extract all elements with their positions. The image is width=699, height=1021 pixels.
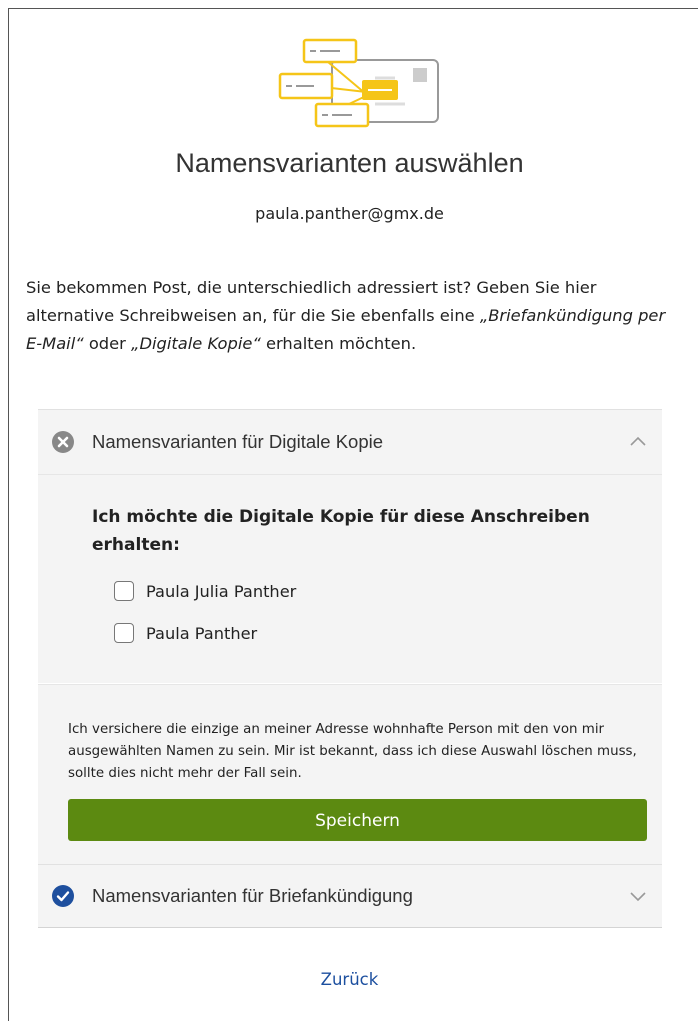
accordion-digital-copy-body: Ich möchte die Digitale Kopie für diese … (38, 475, 662, 683)
address-variants-illustration-icon (278, 38, 439, 128)
page-title: Namensvarianten auswählen (175, 148, 524, 178)
intro-text: Sie bekommen Post, die unterschiedlich a… (26, 274, 666, 358)
chevron-down-icon[interactable] (628, 886, 648, 906)
save-button[interactable]: Speichern (68, 799, 647, 841)
accordion-letter-notice-label: Namensvarianten für Briefankündigung (92, 885, 413, 906)
digital-copy-heading: Ich möchte die Digitale Kopie für diese … (92, 507, 590, 555)
x-circle-icon (52, 431, 74, 453)
accordion-digital-copy-label: Namensvarianten für Digitale Kopie (92, 431, 384, 452)
option-label: Paula Panther (146, 623, 258, 643)
option-label: Paula Julia Panther (146, 581, 297, 601)
account-email: paula.panther@gmx.de (255, 204, 444, 223)
checkbox[interactable] (114, 581, 134, 601)
disclaimer-text: Ich versichere die einzige an meiner Adr… (68, 722, 637, 781)
option-paula-julia-panther[interactable]: Paula Julia Panther (114, 581, 296, 601)
accordion-digital-copy-header[interactable]: Namensvarianten für Digitale Kopie (38, 409, 662, 475)
option-paula-panther[interactable]: Paula Panther (114, 623, 257, 643)
accordion-letter-notice-header[interactable]: Namensvarianten für Briefankündigung (38, 864, 662, 928)
checkbox[interactable] (114, 623, 134, 643)
save-section: Ich versichere die einzige an meiner Adr… (38, 684, 662, 865)
intro-text-part: oder (83, 334, 132, 353)
back-link[interactable]: Zurück (0, 970, 699, 989)
chevron-up-icon[interactable] (628, 432, 648, 452)
check-circle-icon (52, 885, 74, 907)
intro-italic-digitale-kopie: „Digitale Kopie“ (131, 334, 261, 353)
intro-text-part: erhalten möchten. (260, 334, 417, 353)
